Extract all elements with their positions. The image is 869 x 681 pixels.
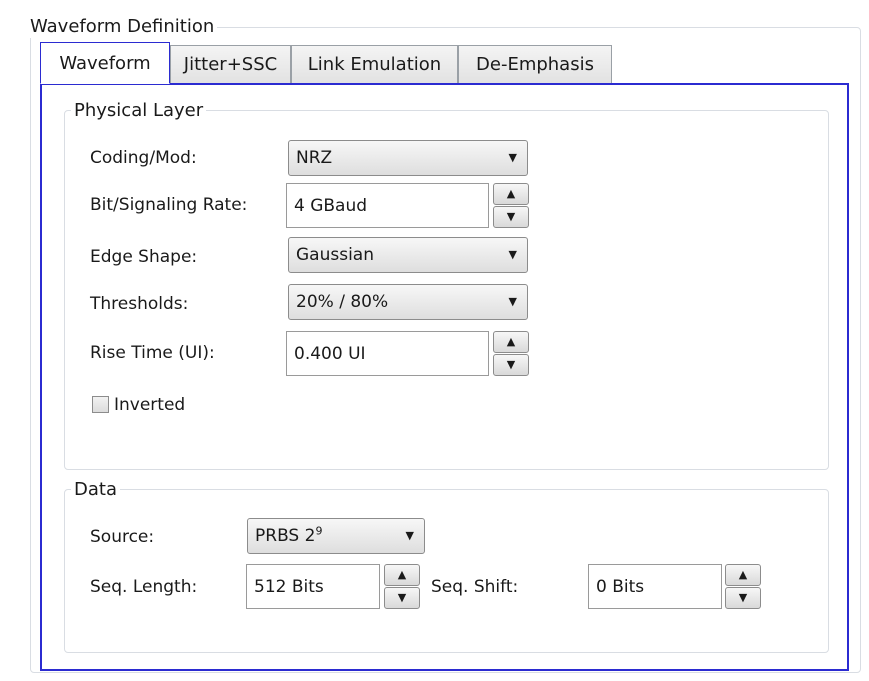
seq-shift-spinner[interactable]: ▲ ▼: [725, 564, 761, 609]
data-title: Data: [71, 479, 120, 501]
tab-link-emulation[interactable]: Link Emulation: [291, 45, 458, 83]
source-value: PRBS 29: [255, 524, 323, 546]
thresholds-label: Thresholds:: [90, 294, 189, 314]
arrow-up-icon[interactable]: ▲: [384, 564, 420, 586]
edge-shape-label: Edge Shape:: [90, 247, 198, 267]
inverted-label[interactable]: Inverted: [114, 394, 185, 416]
inverted-checkbox[interactable]: [92, 396, 109, 413]
rise-time-spinner[interactable]: ▲ ▼: [493, 331, 529, 376]
coding-mod-label: Coding/Mod:: [90, 148, 197, 168]
arrow-down-icon[interactable]: ▼: [493, 206, 529, 228]
tab-waveform[interactable]: Waveform: [40, 42, 170, 84]
coding-mod-value: NRZ: [296, 148, 333, 168]
rise-time-input[interactable]: [286, 331, 489, 376]
arrow-up-icon[interactable]: ▲: [493, 183, 529, 205]
thresholds-dropdown[interactable]: 20% / 80% ▼: [288, 284, 528, 320]
bit-rate-spinner[interactable]: ▲ ▼: [493, 183, 529, 228]
tab-de-emphasis[interactable]: De-Emphasis: [458, 45, 612, 83]
seq-length-input[interactable]: [246, 564, 380, 609]
physical-layer-title: Physical Layer: [71, 100, 207, 122]
waveform-definition-title: Waveform Definition: [27, 16, 218, 38]
dropdown-arrow-icon: ▼: [508, 248, 517, 261]
seq-length-label: Seq. Length:: [90, 577, 198, 597]
thresholds-value: 20% / 80%: [296, 292, 389, 312]
source-dropdown[interactable]: PRBS 29 ▼: [247, 518, 425, 554]
dropdown-arrow-icon: ▼: [405, 529, 414, 542]
bit-rate-label: Bit/Signaling Rate:: [90, 195, 248, 215]
seq-length-spinner[interactable]: ▲ ▼: [384, 564, 420, 609]
rise-time-label: Rise Time (UI):: [90, 343, 215, 363]
arrow-down-icon[interactable]: ▼: [493, 354, 529, 376]
edge-shape-dropdown[interactable]: Gaussian ▼: [288, 237, 528, 273]
arrow-up-icon[interactable]: ▲: [725, 564, 761, 586]
source-label: Source:: [90, 527, 155, 547]
tab-jitter-ssc[interactable]: Jitter+SSC: [170, 45, 291, 83]
seq-shift-input[interactable]: [588, 564, 722, 609]
arrow-down-icon[interactable]: ▼: [384, 587, 420, 609]
seq-shift-label: Seq. Shift:: [431, 577, 519, 597]
bit-rate-input[interactable]: [286, 183, 489, 228]
dropdown-arrow-icon: ▼: [508, 151, 517, 164]
coding-mod-dropdown[interactable]: NRZ ▼: [288, 140, 528, 176]
arrow-down-icon[interactable]: ▼: [725, 587, 761, 609]
arrow-up-icon[interactable]: ▲: [493, 331, 529, 353]
edge-shape-value: Gaussian: [296, 245, 374, 265]
dropdown-arrow-icon: ▼: [508, 295, 517, 308]
